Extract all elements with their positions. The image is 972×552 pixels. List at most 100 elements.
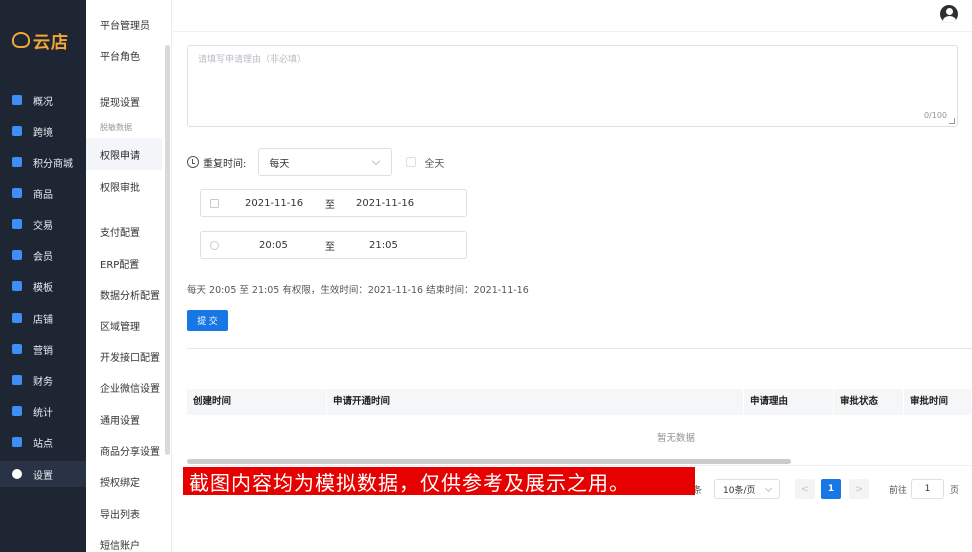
points-mall-icon [12, 157, 22, 167]
brand-logo[interactable]: 云店 [12, 30, 74, 53]
date-end[interactable]: 2021-11-16 [356, 198, 414, 209]
sidebar-item-12[interactable]: 设置 [0, 461, 86, 487]
sidebar-item-label: 积分商城 [33, 158, 73, 170]
main-sidebar: 云店 概况跨境积分商城商品交易会员模板店铺营销财务统计站点设置 [0, 0, 86, 552]
chevron-down-icon [764, 484, 773, 493]
page-size-select[interactable]: 10条/页 [714, 479, 780, 499]
sidebar-item-label: 会员 [33, 251, 53, 263]
repeat-time-label: 重复时间: [203, 158, 247, 170]
chevron-down-icon [372, 156, 381, 166]
template-icon [12, 281, 22, 291]
submenu-item-10[interactable]: 开发接口配置 [100, 349, 160, 364]
time-range-picker[interactable]: 20:05 至 21:05 [200, 231, 467, 259]
column-approval-time: 审批时间 [904, 389, 972, 415]
logo-icon [12, 32, 30, 48]
submenu-item-4[interactable]: 权限申请 [100, 147, 140, 162]
dashboard-icon [12, 95, 22, 105]
sidebar-item-label: 模板 [33, 282, 53, 294]
sidebar-item-6[interactable]: 模板 [0, 273, 86, 299]
all-day-checkbox[interactable] [406, 157, 417, 167]
goto-page-input[interactable]: 1 [911, 479, 944, 499]
submenu-item-3: 脱敏数据 [100, 123, 132, 132]
sidebar-item-10[interactable]: 统计 [0, 398, 86, 424]
repeat-time-row: 重复时间: 每天 全天 [187, 148, 444, 176]
bag-icon [12, 188, 22, 198]
user-avatar-icon[interactable] [940, 5, 958, 23]
sidebar-item-7[interactable]: 店铺 [0, 305, 86, 331]
store-icon [12, 313, 22, 323]
sidebar-item-label: 交易 [33, 220, 53, 232]
sidebar-item-11[interactable]: 站点 [0, 429, 86, 455]
time-separator: 至 [325, 241, 335, 253]
prev-page-button[interactable]: < [795, 479, 815, 499]
page-size-value: 10条/页 [723, 485, 756, 496]
submenu-item-9[interactable]: 区域管理 [100, 318, 140, 333]
sidebar-item-1[interactable]: 跨境 [0, 118, 86, 144]
globe-icon [12, 126, 22, 136]
submenu-scrollbar[interactable] [165, 45, 170, 455]
alarm-clock-icon [187, 156, 199, 168]
wallet-icon [12, 375, 22, 385]
resize-handle-icon[interactable] [949, 118, 955, 124]
reason-placeholder: 请填写申请理由（非必填） [198, 55, 307, 65]
sidebar-item-label: 设置 [33, 470, 53, 482]
submenu-item-16[interactable]: 短信账户 [100, 537, 140, 552]
section-divider [187, 348, 972, 349]
next-page-button[interactable]: > [849, 479, 869, 499]
repeat-select-value: 每天 [269, 158, 290, 170]
brand-name: 云店 [33, 32, 69, 53]
permission-summary: 每天 20:05 至 21:05 有权限，生效时间：2021-11-16 结束时… [187, 285, 529, 296]
sidebar-item-4[interactable]: 交易 [0, 211, 86, 237]
submenu-item-5[interactable]: 权限审批 [100, 179, 140, 194]
table-header: 创建时间 申请开通时间 申请理由 审批状态 审批时间 [187, 389, 972, 415]
table-empty-text: 暂无数据 [657, 433, 696, 444]
submenu-item-7[interactable]: ERP配置 [100, 256, 139, 271]
gift-icon [12, 344, 22, 354]
sidebar-item-3[interactable]: 商品 [0, 180, 86, 206]
submenu-item-11[interactable]: 企业微信设置 [100, 380, 160, 395]
date-start[interactable]: 2021-11-16 [245, 198, 303, 209]
sidebar-item-label: 统计 [33, 407, 53, 419]
submenu-item-6[interactable]: 支付配置 [100, 224, 140, 239]
sidebar-item-label: 站点 [33, 438, 53, 450]
table-bottom-border [187, 465, 972, 466]
sidebar-item-label: 营销 [33, 345, 53, 357]
submenu-item-2[interactable]: 提现设置 [100, 94, 140, 109]
all-day-label[interactable]: 全天 [424, 155, 444, 170]
settings-submenu: 平台管理员平台角色提现设置脱敏数据权限申请权限审批支付配置 ERP配置数据分析配置… [86, 0, 172, 552]
sidebar-item-8[interactable]: 营销 [0, 336, 86, 362]
submenu-item-8[interactable]: 数据分析配置 [100, 287, 160, 302]
sidebar-item-5[interactable]: 会员 [0, 242, 86, 268]
time-end[interactable]: 21:05 [369, 240, 398, 251]
top-bar [173, 0, 972, 32]
submenu-item-1[interactable]: 平台角色 [100, 48, 140, 63]
column-created-time: 创建时间 [187, 389, 327, 415]
reason-textarea[interactable]: 请填写申请理由（非必填） 0/100 [187, 45, 958, 127]
column-apply-reason: 申请理由 [744, 389, 834, 415]
diamond-icon [12, 250, 22, 260]
goto-label: 前往 [889, 486, 908, 496]
calendar-icon [210, 198, 219, 208]
page-suffix: 页 [950, 486, 960, 496]
sidebar-item-label: 财务 [33, 376, 53, 388]
time-start[interactable]: 20:05 [259, 240, 288, 251]
repeat-select[interactable]: 每天 [258, 148, 393, 176]
gear-icon [12, 469, 22, 479]
sidebar-item-2[interactable]: 积分商城 [0, 149, 86, 175]
sidebar-item-0[interactable]: 概况 [0, 87, 86, 113]
clock-icon [210, 240, 219, 250]
column-apply-open-time: 申请开通时间 [327, 389, 744, 415]
sidebar-item-label: 跨境 [33, 127, 53, 139]
date-range-picker[interactable]: 2021-11-16 至 2021-11-16 [200, 189, 467, 217]
table-horizontal-scrollbar[interactable] [187, 459, 791, 464]
disclaimer-banner: 截图内容均为模拟数据，仅供参考及展示之用。 [183, 467, 695, 495]
submenu-item-14[interactable]: 授权绑定 [100, 474, 140, 489]
submenu-item-15[interactable]: 导出列表 [100, 506, 140, 521]
submit-button[interactable]: 提 交 [187, 310, 228, 331]
submenu-item-12[interactable]: 通用设置 [100, 412, 140, 427]
submenu-item-0[interactable]: 平台管理员 [100, 17, 150, 32]
submenu-item-13[interactable]: 商品分享设置 [100, 443, 160, 458]
sidebar-item-9[interactable]: 财务 [0, 367, 86, 393]
sidebar-item-label: 店铺 [33, 314, 53, 326]
current-page-number[interactable]: 1 [821, 479, 841, 499]
